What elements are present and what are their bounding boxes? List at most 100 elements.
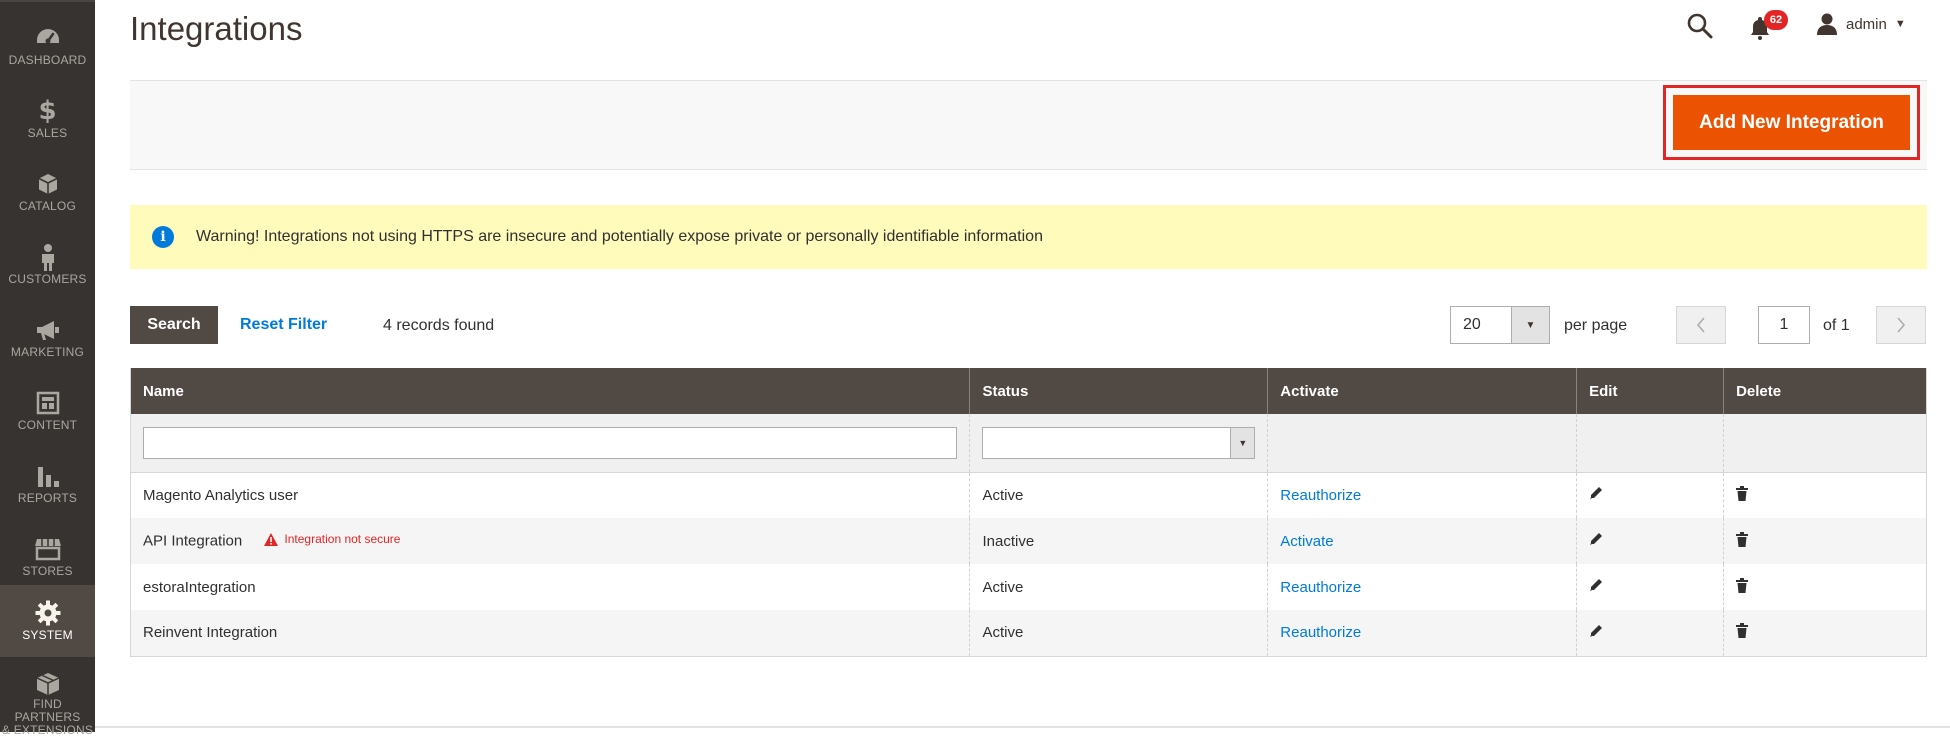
trash-icon (1736, 623, 1749, 639)
nav-item-catalog[interactable]: CATALOG (0, 156, 95, 228)
chevron-down-icon: ▼ (1894, 18, 1906, 30)
https-warning-message: i Warning! Integrations not using HTTPS … (130, 205, 1927, 269)
reauthorize-link[interactable]: Reauthorize (1280, 487, 1361, 504)
edit-cell (1576, 518, 1725, 564)
per-page-label: per page (1564, 317, 1628, 334)
table-row[interactable]: Magento Analytics user Active Reauthoriz… (130, 472, 1927, 518)
cube-icon (35, 672, 61, 696)
name-filter-input[interactable] (143, 426, 958, 459)
delete-button[interactable] (1736, 623, 1749, 639)
dollar-icon: $ (38, 96, 57, 126)
delete-cell (1723, 610, 1927, 657)
nav-item-customers[interactable]: CUSTOMERS (0, 229, 95, 301)
user-menu[interactable]: admin ▼ (1816, 12, 1906, 36)
edit-cell (1576, 472, 1725, 518)
sidebar-top-divider (0, 0, 95, 2)
layout-icon (36, 389, 60, 417)
warning-triangle-icon (264, 532, 279, 546)
filter-cell-status: ▼ (969, 414, 1269, 473)
status-filter-select[interactable]: ▼ (982, 426, 1256, 459)
next-page-button[interactable] (1876, 306, 1926, 344)
nav-item-system[interactable]: SYSTEM (0, 585, 95, 657)
admin-sidebar: DASHBOARD $ SALES CATALOG CUSTOMERS MARK… (0, 0, 95, 737)
global-search-button[interactable] (1686, 12, 1714, 40)
user-icon (1817, 13, 1837, 35)
notifications-button[interactable]: 62 (1750, 10, 1788, 40)
table-row[interactable]: API Integration Integration not secure I… (130, 518, 1927, 564)
delete-button[interactable] (1736, 577, 1749, 593)
chevron-down-icon: ▼ (1230, 427, 1255, 458)
pencil-icon (1590, 579, 1603, 591)
nav-item-reports[interactable]: REPORTS (0, 448, 95, 520)
per-page-select[interactable]: 20 ▼ (1450, 306, 1550, 344)
integrations-grid: Name Status Activate Edit Delete ▼ Magen… (130, 368, 1927, 657)
filter-cell-empty (1723, 414, 1927, 473)
search-icon (1687, 13, 1713, 39)
nav-item-label: STORES (22, 564, 73, 578)
nav-item-sales[interactable]: $ SALES (0, 83, 95, 155)
add-new-integration-button[interactable]: Add New Integration (1673, 95, 1910, 150)
integration-status: Active (969, 472, 1269, 518)
delete-button[interactable] (1736, 531, 1749, 547)
table-row[interactable]: estoraIntegration Active Reauthorize (130, 564, 1927, 610)
nav-item-label: SYSTEM (22, 628, 73, 642)
gear-icon (35, 599, 61, 627)
edit-cell (1576, 610, 1725, 657)
activate-link[interactable]: Activate (1280, 533, 1333, 550)
dashboard-icon (35, 24, 61, 52)
filter-cell-empty (1576, 414, 1725, 473)
box-icon (36, 170, 60, 198)
integration-name: Magento Analytics user (130, 472, 971, 518)
grid-header-row: Name Status Activate Edit Delete (130, 368, 1927, 414)
trash-icon (1736, 531, 1749, 547)
current-page-input[interactable] (1758, 306, 1810, 344)
nav-item-content[interactable]: CONTENT (0, 375, 95, 447)
integration-status: Active (969, 610, 1269, 657)
edit-button[interactable] (1589, 624, 1603, 638)
notifications-count-badge: 62 (1764, 10, 1788, 30)
integration-name: estoraIntegration (130, 564, 971, 610)
storefront-icon (34, 535, 62, 563)
edit-button[interactable] (1589, 486, 1603, 500)
trash-icon (1736, 485, 1749, 501)
nav-item-label-line1: FIND PARTNERS (14, 697, 81, 724)
chevron-right-icon (1897, 317, 1906, 333)
grid-filter-row: ▼ (130, 414, 1927, 473)
reauthorize-link[interactable]: Reauthorize (1280, 624, 1361, 641)
integration-status: Inactive (969, 518, 1269, 564)
nav-item-label: CUSTOMERS (8, 272, 87, 286)
nav-item-label: MARKETING (10, 345, 85, 359)
column-header-delete: Delete (1723, 368, 1927, 414)
status-filter-value (983, 428, 1230, 458)
delete-cell (1723, 564, 1927, 610)
nav-item-stores[interactable]: STORES (0, 521, 95, 593)
user-name: admin (1846, 15, 1887, 33)
info-icon: i (152, 226, 174, 248)
edit-button[interactable] (1589, 532, 1603, 546)
integration-name: Reinvent Integration (130, 610, 971, 657)
search-button[interactable]: Search (130, 306, 218, 344)
reset-filter-link[interactable]: Reset Filter (240, 316, 327, 334)
nav-item-label-line2: & EXTENSIONS (1, 723, 94, 737)
chevron-down-icon: ▼ (1511, 307, 1549, 343)
page-title: Integrations (130, 10, 303, 47)
total-pages-label: of 1 (1823, 317, 1850, 334)
column-header-name[interactable]: Name (130, 368, 971, 414)
column-header-edit: Edit (1576, 368, 1725, 414)
column-header-status[interactable]: Status (969, 368, 1269, 414)
previous-page-button[interactable] (1676, 306, 1726, 344)
column-header-activate: Activate (1267, 368, 1578, 414)
nav-item-find-partners[interactable]: FIND PARTNERS & EXTENSIONS (0, 658, 95, 737)
reauthorize-link[interactable]: Reauthorize (1280, 579, 1361, 596)
bar-chart-icon (36, 462, 60, 490)
trash-icon (1736, 577, 1749, 593)
delete-cell (1723, 518, 1927, 564)
nav-item-marketing[interactable]: MARKETING (0, 302, 95, 374)
integration-name: API Integration (143, 532, 243, 550)
delete-button[interactable] (1736, 485, 1749, 501)
nav-item-dashboard[interactable]: DASHBOARD (0, 10, 95, 82)
nav-item-label: FIND PARTNERS & EXTENSIONS (0, 698, 95, 737)
integration-status: Active (969, 564, 1269, 610)
edit-button[interactable] (1589, 578, 1603, 592)
table-row[interactable]: Reinvent Integration Active Reauthorize (130, 610, 1927, 657)
